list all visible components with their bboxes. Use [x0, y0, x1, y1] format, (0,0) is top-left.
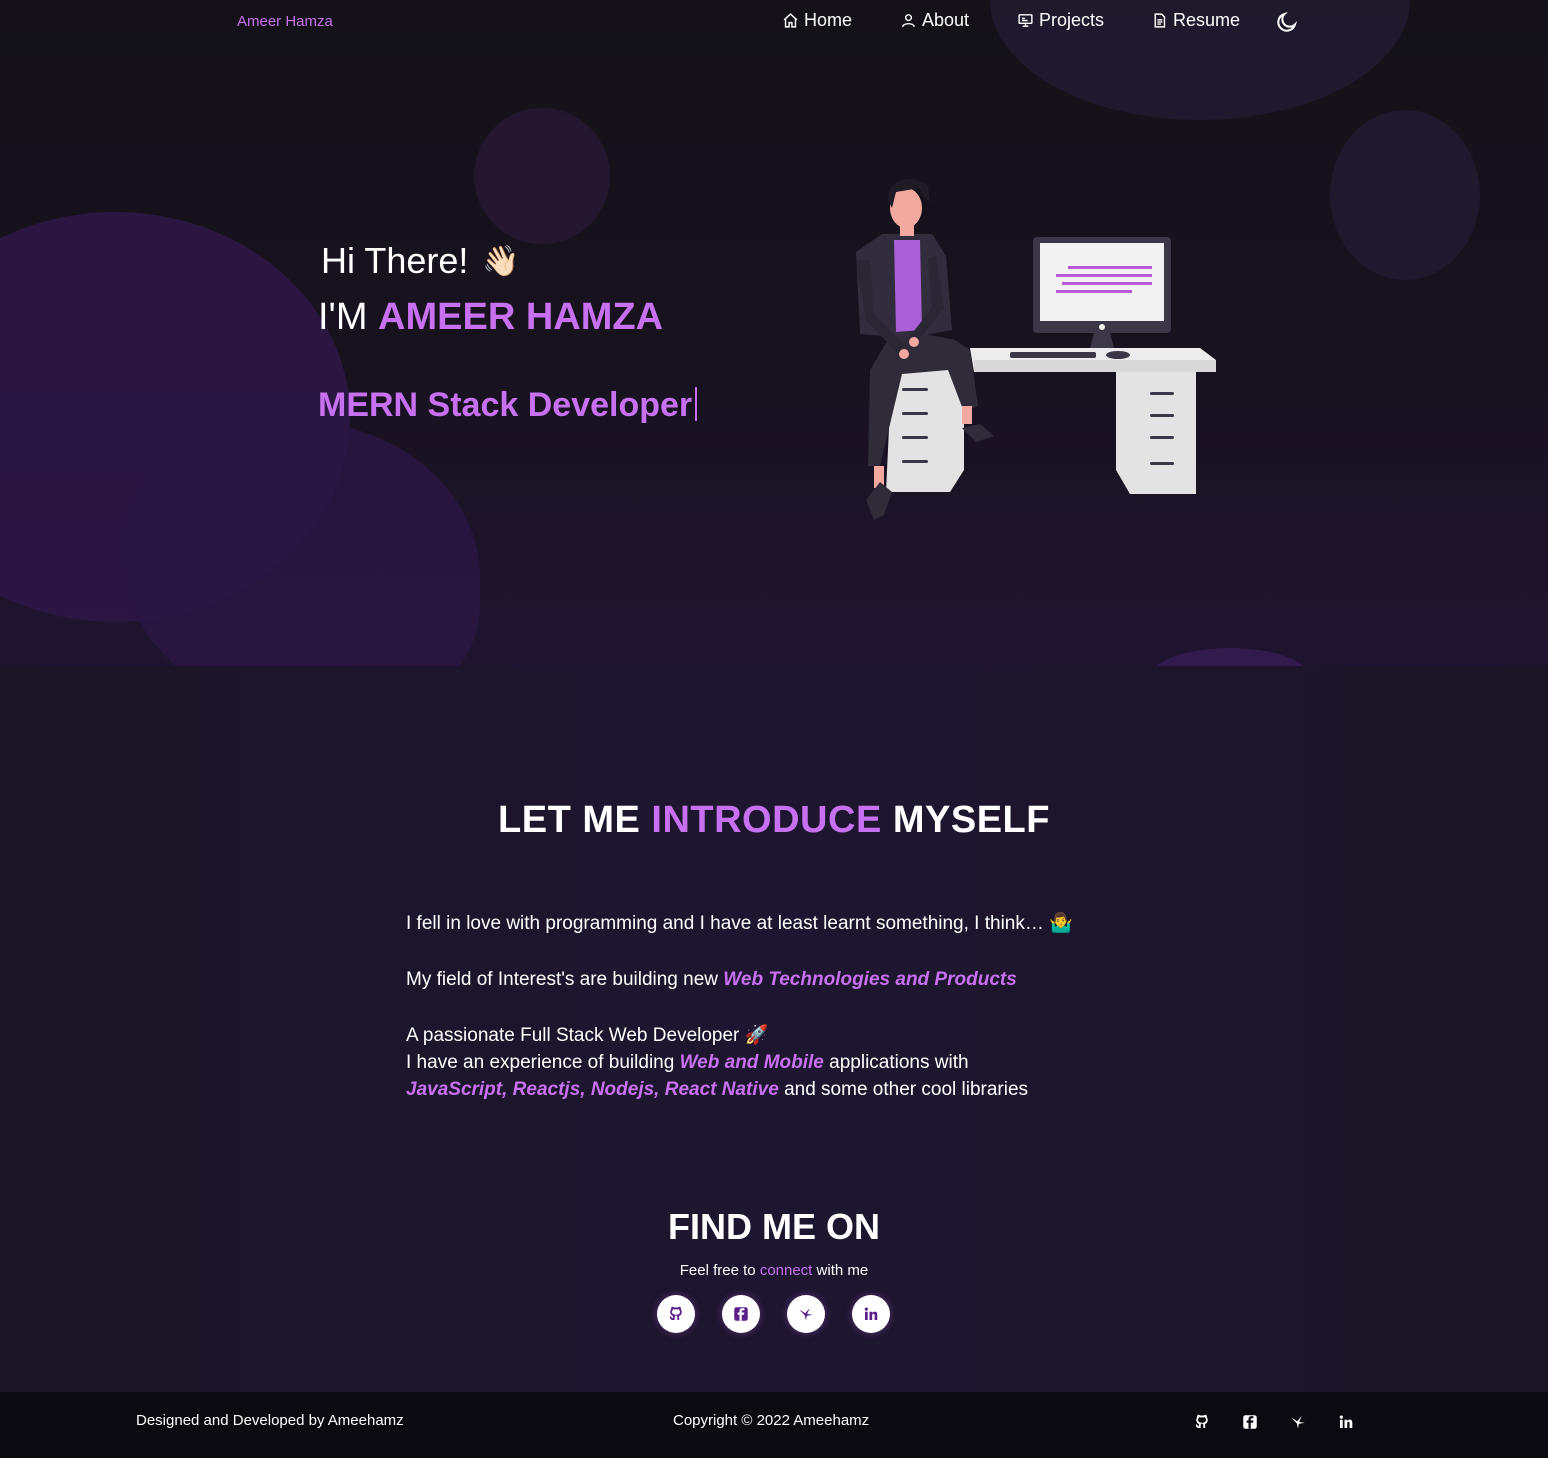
about-body: I fell in love with programming and I ha…: [406, 910, 1166, 1132]
hero-name: I'M AMEER HAMZA: [318, 296, 663, 339]
nav-home[interactable]: Home: [782, 10, 852, 31]
github-icon: [1195, 1414, 1208, 1429]
moon-icon[interactable]: [1275, 10, 1299, 34]
footer-copyright: Copyright © 2022 Ameehamz: [673, 1412, 870, 1429]
about-p3-line1: A passionate Full Stack Web Developer: [406, 1025, 740, 1046]
brand-logo[interactable]: Ameer Hamza: [237, 13, 333, 30]
role-text: MERN Stack Developer: [318, 386, 693, 424]
nav-projects-label: Projects: [1039, 10, 1105, 30]
linkedin-icon: [864, 1307, 878, 1320]
footer-github-link[interactable]: [1193, 1413, 1211, 1431]
decorative-blob: [1150, 648, 1310, 666]
decorative-blob: [120, 420, 480, 666]
about-heading: LET ME INTRODUCE MYSELF: [0, 799, 1548, 842]
footer-linkedin-link[interactable]: [1337, 1413, 1355, 1431]
hackerrank-icon: [799, 1308, 813, 1321]
home-icon: [783, 13, 798, 28]
name-text: AMEER HAMZA: [378, 296, 664, 338]
name-prefix: I'M: [318, 296, 368, 338]
find-sub-text: with me: [816, 1262, 869, 1279]
wave-icon: 👋🏻: [482, 244, 520, 278]
hackerrank-button[interactable]: [787, 1295, 825, 1333]
developer-illustration: [856, 178, 1216, 520]
github-icon: [669, 1306, 682, 1321]
footer-credits: Designed and Developed by Ameehamz: [136, 1412, 404, 1429]
typing-cursor: [695, 387, 698, 421]
decorative-blob: [1330, 110, 1480, 280]
rocket-emoji: 🚀: [744, 1025, 769, 1046]
find-sub-text: Feel free to: [679, 1262, 756, 1279]
github-button[interactable]: [657, 1295, 695, 1333]
nav-about[interactable]: About: [900, 10, 969, 31]
about-tech-highlight: JavaScript, Reactjs, Nodejs, React Nativ…: [406, 1079, 779, 1100]
about-p3-line2b: applications with: [829, 1052, 969, 1073]
about-heading-part: MYSELF: [892, 799, 1050, 841]
user-icon: [902, 14, 915, 28]
nav-resume-label: Resume: [1173, 10, 1241, 30]
projects-icon: [1018, 14, 1033, 27]
find-me-subtitle: Feel free to connect with me: [0, 1262, 1548, 1279]
find-me-heading: FIND ME ON: [668, 1206, 880, 1247]
nav-home-label: Home: [804, 10, 853, 30]
about-p3-line2a: I have an experience of building: [406, 1052, 675, 1073]
connect-link[interactable]: connect: [760, 1262, 813, 1279]
about-heading-part: LET ME: [498, 799, 641, 841]
footer-social-links: [1193, 1413, 1355, 1431]
hero-greeting: Hi There! 👋🏻: [321, 240, 520, 282]
greeting-text: Hi There!: [321, 240, 469, 281]
navbar: Ameer Hamza Home About Projects Resume: [0, 0, 1548, 44]
about-p2-text: My field of Interest's are building new: [406, 969, 719, 990]
about-paragraph: I fell in love with programming and I ha…: [406, 910, 1166, 937]
about-p3-highlight: Web and Mobile: [679, 1052, 824, 1073]
linkedin-button[interactable]: [852, 1295, 890, 1333]
hero-role: MERN Stack Developer: [318, 386, 698, 425]
about-paragraph: My field of Interest's are building new …: [406, 966, 1166, 993]
about-paragraph: A passionate Full Stack Web Developer 🚀 …: [406, 1022, 1166, 1103]
social-links: [657, 1295, 890, 1333]
footer: Designed and Developed by Ameehamz Copyr…: [0, 1392, 1548, 1458]
footer-facebook-link[interactable]: [1241, 1413, 1259, 1431]
facebook-icon: [1243, 1415, 1257, 1429]
linkedin-icon: [1339, 1415, 1353, 1428]
decorative-blob: [474, 108, 610, 244]
hero-section: [0, 0, 1548, 666]
about-p1-text: I fell in love with programming and I ha…: [406, 913, 1044, 934]
about-p2-highlight: Web Technologies and Products: [723, 969, 1017, 990]
hackerrank-icon: [1291, 1416, 1305, 1429]
facebook-icon: [734, 1307, 748, 1321]
shrug-emoji: 🤷‍♂️: [1049, 913, 1073, 934]
nav-resume[interactable]: Resume: [1151, 10, 1240, 31]
nav-projects[interactable]: Projects: [1017, 10, 1104, 31]
nav-about-label: About: [922, 10, 970, 30]
about-heading-accent: INTRODUCE: [651, 799, 882, 841]
about-p3-line3b: and some other cool libraries: [784, 1079, 1029, 1100]
facebook-button[interactable]: [722, 1295, 760, 1333]
footer-hackerrank-link[interactable]: [1289, 1413, 1307, 1431]
document-icon: [1154, 13, 1166, 28]
